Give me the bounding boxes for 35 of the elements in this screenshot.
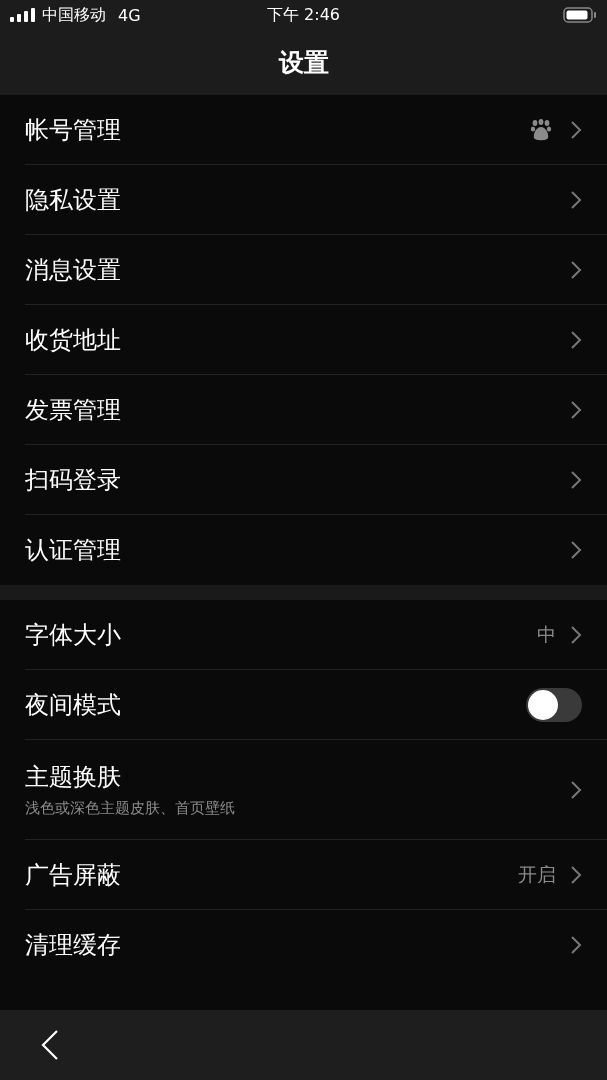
setting-label[interactable]: 认证管理 xyxy=(25,534,570,566)
chevron-right-icon xyxy=(570,119,582,140)
setting-label[interactable]: 扫码登录 xyxy=(25,463,570,496)
setting-label[interactable]: 隐私设置 xyxy=(25,183,570,216)
chevron-right-icon xyxy=(570,540,582,560)
chevron-right-icon xyxy=(570,189,582,210)
chevron-right-icon xyxy=(570,935,582,955)
setting-subtitle: 浅色或深色主题皮肤、首页壁纸 xyxy=(25,799,236,818)
chevron-right-icon xyxy=(570,259,582,280)
carrier-name: 中国移动 xyxy=(42,4,106,26)
chevron-right-icon xyxy=(570,399,582,420)
setting-label[interactable]: 字体大小 xyxy=(25,618,537,651)
setting-label[interactable]: 帐号管理 xyxy=(25,113,530,146)
setting-label[interactable]: 夜间模式 xyxy=(25,688,526,721)
chevron-right-icon xyxy=(570,469,582,490)
setting-label[interactable]: 广告屏蔽 xyxy=(25,858,518,891)
setting-label[interactable]: 收货地址 xyxy=(25,323,570,356)
page-title: 设置 xyxy=(278,47,329,79)
battery-icon xyxy=(563,7,597,23)
setting-label[interactable]: 消息设置 xyxy=(25,253,570,286)
chevron-right-icon xyxy=(570,779,582,800)
chevron-right-icon xyxy=(570,624,582,645)
setting-value: 中 xyxy=(537,621,556,647)
network-type: 4G xyxy=(118,5,141,25)
chevron-right-icon xyxy=(570,329,582,350)
back-icon[interactable] xyxy=(40,1029,60,1061)
signal-icon xyxy=(10,8,36,22)
chevron-right-icon xyxy=(570,864,582,885)
setting-label[interactable]: 清理缓存 xyxy=(25,929,570,961)
setting-label[interactable]: 主题换肤 xyxy=(25,761,570,793)
setting-value: 开启 xyxy=(518,861,556,887)
paw-icon xyxy=(530,118,552,141)
setting-label[interactable]: 发票管理 xyxy=(25,393,570,426)
night-mode-toggle[interactable] xyxy=(526,687,582,722)
clock-time: 下午 2:46 xyxy=(267,4,340,24)
